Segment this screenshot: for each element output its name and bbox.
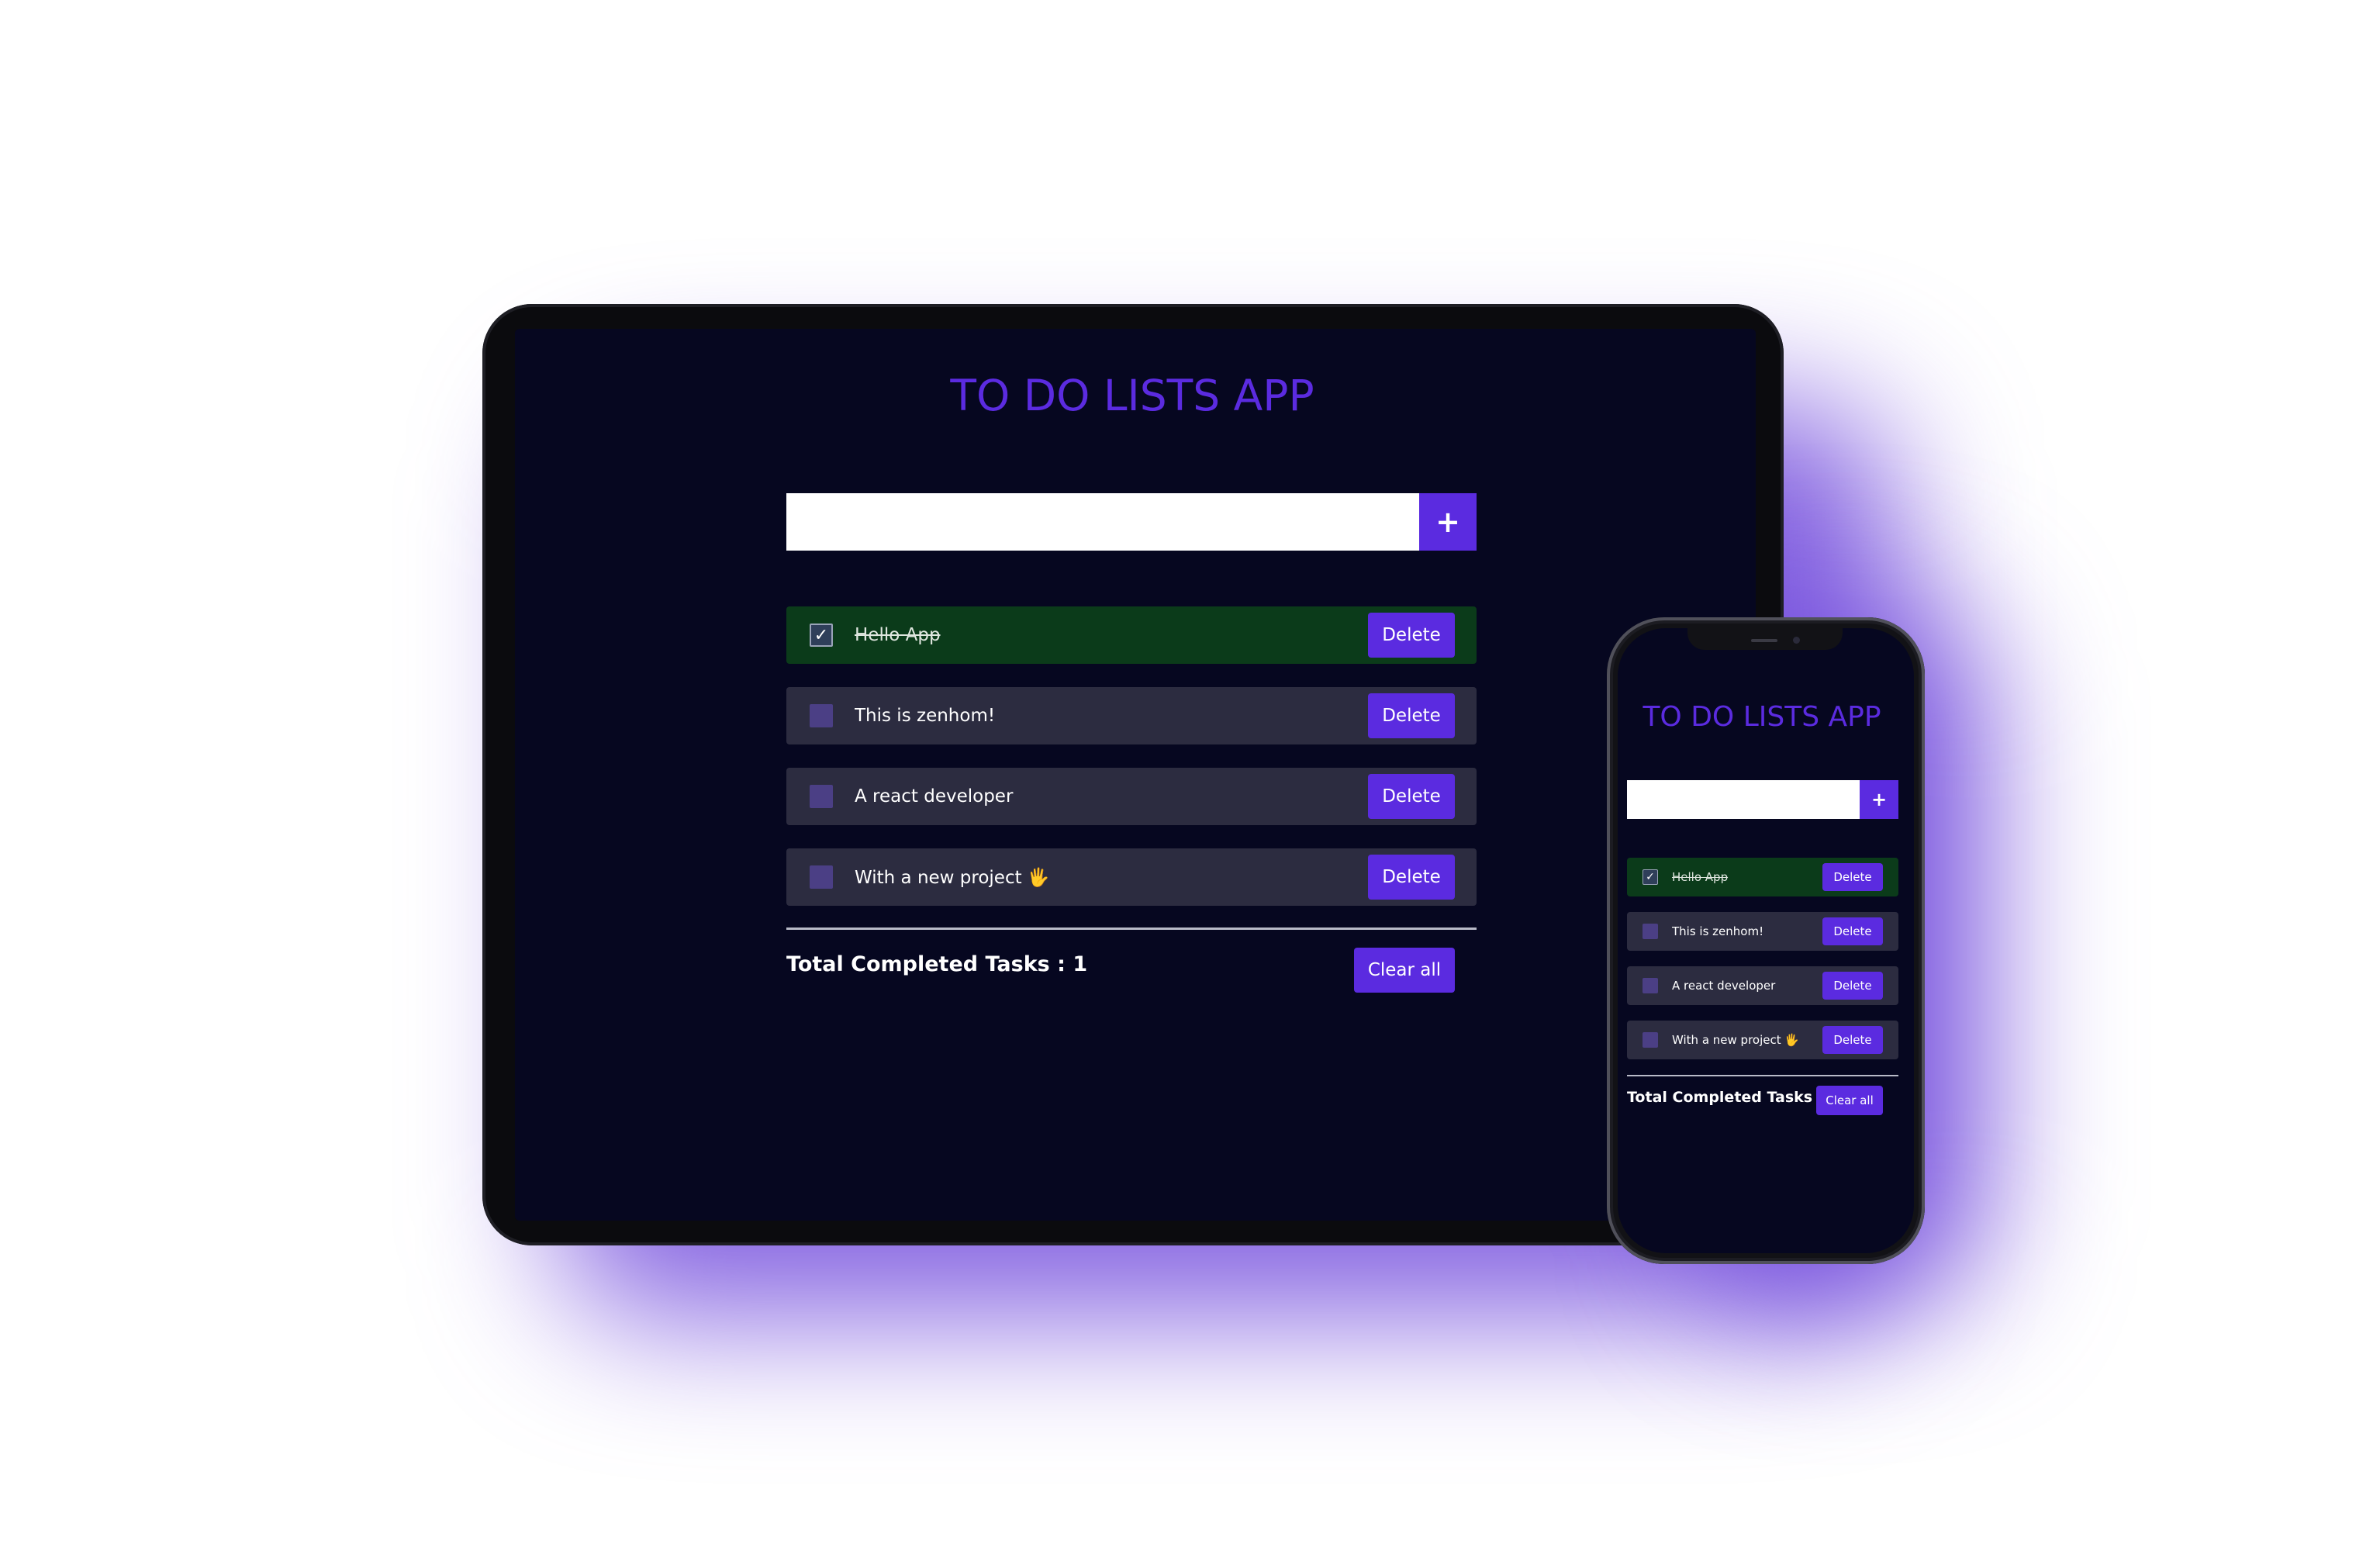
task-item: With a new project 🖐 Delete [786, 848, 1477, 906]
delete-task-button[interactable]: Delete [1822, 972, 1883, 1000]
task-checkbox[interactable] [1643, 978, 1658, 993]
task-text: A react developer [855, 786, 1014, 807]
delete-task-button[interactable]: Delete [1822, 917, 1883, 945]
task-checkbox[interactable]: ✓ [810, 624, 833, 647]
task-checkbox[interactable] [810, 865, 833, 889]
task-checkbox[interactable] [1643, 924, 1658, 939]
clear-all-button[interactable]: Clear all [1354, 948, 1455, 993]
divider [1627, 1075, 1898, 1076]
task-item: ✓ Hello App Delete [786, 606, 1477, 664]
task-input[interactable] [1627, 780, 1860, 819]
task-text: With a new project 🖐 [1672, 1033, 1800, 1047]
delete-task-button[interactable]: Delete [1822, 1026, 1883, 1054]
add-task-button[interactable]: + [1860, 780, 1898, 819]
delete-task-button[interactable]: Delete [1368, 693, 1455, 738]
task-text: Hello App [1672, 870, 1729, 884]
task-text: This is zenhom! [1672, 924, 1764, 938]
front-camera [1793, 637, 1800, 644]
total-completed-text: Total Completed Tasks : 1 [1627, 1089, 1839, 1106]
app-title: TO DO LISTS APP [1643, 701, 1881, 733]
task-text: A react developer [1672, 979, 1776, 993]
total-completed-text: Total Completed Tasks : 1 [786, 952, 1088, 976]
task-checkbox[interactable] [810, 704, 833, 727]
task-item: This is zenhom! Delete [1627, 912, 1898, 951]
task-item: A react developer Delete [1627, 966, 1898, 1005]
task-text: With a new project 🖐 [855, 867, 1050, 888]
app-title: TO DO LISTS APP [950, 371, 1314, 420]
task-text: Hello App [855, 625, 941, 645]
speaker-grille [1751, 639, 1777, 642]
add-task-row: + [1627, 780, 1898, 819]
delete-task-button[interactable]: Delete [1368, 774, 1455, 819]
phone-notch [1687, 628, 1843, 650]
delete-task-button[interactable]: Delete [1368, 613, 1455, 658]
task-checkbox[interactable] [1643, 1032, 1658, 1048]
task-item: With a new project 🖐 Delete [1627, 1021, 1898, 1059]
task-item: A react developer Delete [786, 768, 1477, 825]
add-task-button[interactable]: + [1419, 493, 1477, 551]
task-checkbox[interactable]: ✓ [1643, 869, 1658, 885]
add-task-row: + [786, 493, 1477, 551]
divider [786, 927, 1477, 930]
delete-task-button[interactable]: Delete [1368, 855, 1455, 900]
clear-all-button[interactable]: Clear all [1816, 1086, 1883, 1115]
task-item: ✓ Hello App Delete [1627, 858, 1898, 896]
task-item: This is zenhom! Delete [786, 687, 1477, 744]
task-input[interactable] [786, 493, 1419, 551]
task-checkbox[interactable] [810, 785, 833, 808]
task-text: This is zenhom! [855, 706, 996, 726]
delete-task-button[interactable]: Delete [1822, 863, 1883, 891]
